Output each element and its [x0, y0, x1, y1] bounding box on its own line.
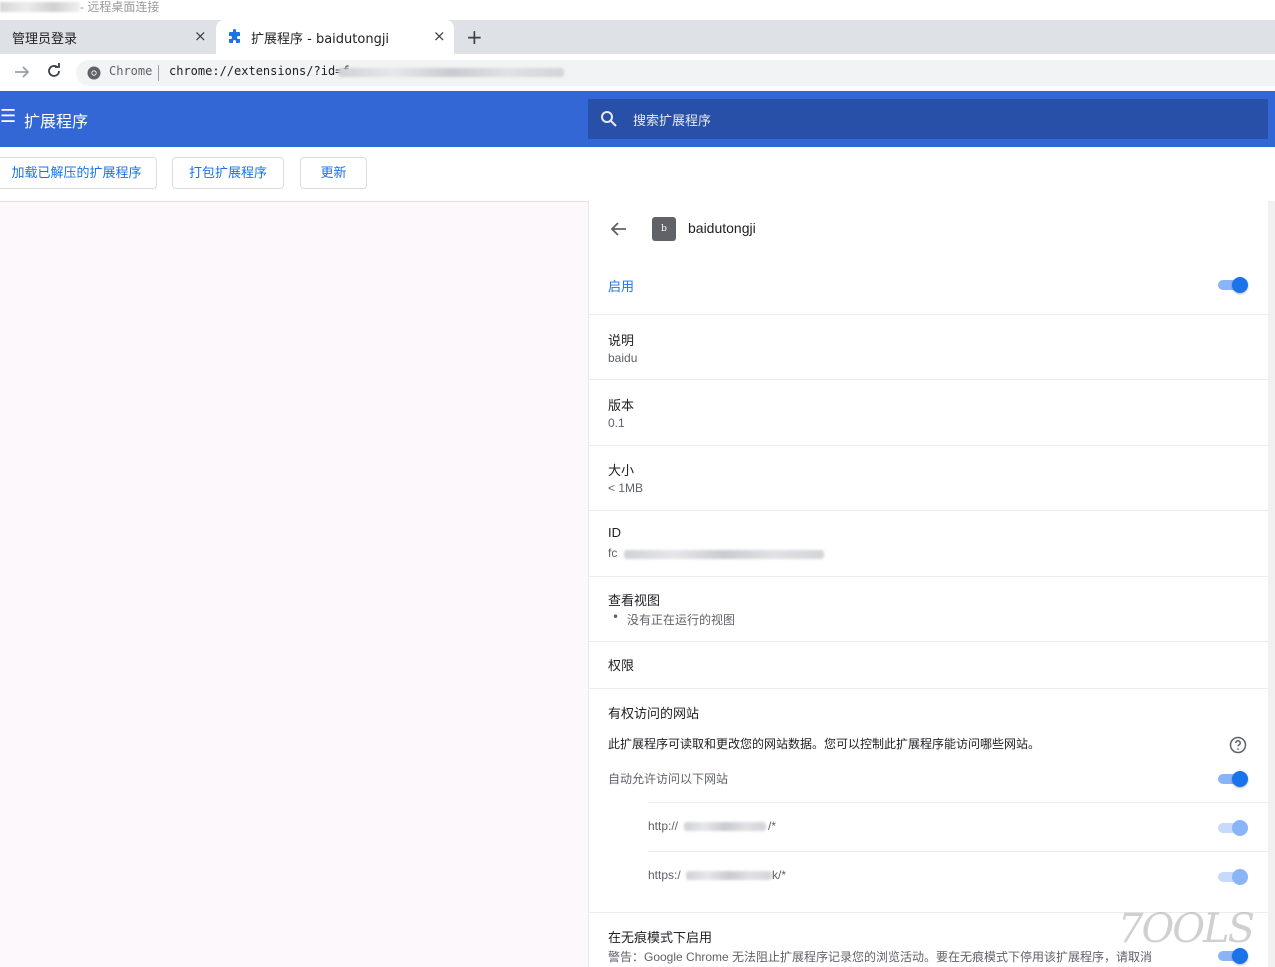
description-value: baidu — [608, 351, 638, 365]
blurred-site — [684, 822, 766, 831]
search-input[interactable]: 搜索扩展程序 — [633, 110, 711, 129]
address-bar[interactable]: Chrome chrome://extensions/?id=f — [76, 60, 1275, 86]
site-access-title: 有权访问的网站 — [608, 706, 700, 721]
site-row: https:/ k/* — [648, 852, 1269, 900]
size-value: < 1MB — [608, 481, 644, 495]
site-access-desc: 此扩展程序可读取和更改您的网站数据。您可以控制此扩展程序能访问哪些网站。 — [608, 737, 1041, 751]
reload-icon[interactable] — [45, 62, 63, 80]
search-box[interactable]: 搜索扩展程序 — [588, 99, 1268, 139]
size-title: 大小 — [608, 463, 635, 478]
new-tab-button[interactable]: + — [466, 25, 483, 49]
tab-extensions[interactable]: 扩展程序 - baidutongji × — [216, 20, 454, 54]
load-unpacked-button[interactable]: 加载已解压的扩展程序 — [0, 157, 157, 189]
divider — [589, 576, 1269, 577]
incognito-title: 在无痕模式下启用 — [608, 930, 713, 945]
auto-allow-toggle[interactable] — [1216, 769, 1248, 789]
pack-extension-button[interactable]: 打包扩展程序 — [172, 157, 284, 189]
divider — [589, 688, 1269, 689]
chrome-icon — [87, 66, 101, 80]
extension-detail-card: b baidutongji 启用 说明 baidu 版本 0.1 大小 < 1M… — [588, 201, 1270, 967]
help-icon[interactable] — [1229, 736, 1247, 754]
id-value: fc — [608, 546, 618, 560]
description-title: 说明 — [608, 333, 635, 348]
views-title: 查看视图 — [608, 593, 661, 608]
puzzle-icon — [229, 29, 240, 43]
version-title: 版本 — [608, 398, 635, 413]
menu-icon[interactable]: ☰ — [0, 106, 16, 127]
close-icon[interactable]: × — [194, 27, 207, 45]
tab-label: 扩展程序 - baidutongji — [251, 32, 390, 47]
extension-name: baidutongji — [688, 220, 756, 236]
site-url-suffix: k/* — [772, 868, 787, 882]
divider — [589, 510, 1269, 511]
incognito-warning: 警告：Google Chrome 无法阻止扩展程序记录您的浏览活动。要在无痕模式… — [608, 950, 1153, 964]
bullet: • — [612, 610, 620, 624]
site-row: http:// /* — [648, 803, 1269, 851]
site-url-suffix: /* — [768, 819, 777, 833]
search-icon — [601, 111, 617, 127]
back-arrow-icon[interactable] — [610, 221, 628, 237]
divider — [589, 641, 1269, 642]
site-toggle — [1216, 867, 1248, 887]
blurred-host-name — [0, 2, 80, 12]
address-divider — [158, 65, 159, 81]
extension-icon: b — [652, 217, 676, 241]
auto-allow-label: 自动允许访问以下网站 — [608, 772, 729, 786]
window-caption: - 远程桌面连接 — [0, 0, 1275, 20]
id-title: ID — [608, 525, 621, 540]
blurred-url — [338, 68, 564, 77]
site-name: Chrome — [109, 64, 153, 78]
close-icon[interactable]: × — [433, 27, 446, 45]
update-button[interactable]: 更新 — [300, 157, 367, 189]
url-text: chrome://extensions/?id=f — [169, 64, 350, 78]
tab-label: 管理员登录 — [12, 32, 78, 47]
window-caption-text: - 远程桌面连接 — [80, 0, 160, 14]
blurred-id — [624, 550, 824, 559]
divider — [589, 379, 1269, 380]
watermark: 7OOLS — [1118, 906, 1255, 952]
divider — [589, 445, 1269, 446]
enable-toggle[interactable] — [1216, 275, 1248, 295]
permissions-title: 权限 — [608, 658, 635, 673]
forward-arrow-icon[interactable] — [12, 63, 32, 81]
scrollbar[interactable] — [1268, 201, 1275, 967]
version-value: 0.1 — [608, 416, 625, 430]
enable-label: 启用 — [608, 279, 635, 294]
blurred-site — [686, 871, 772, 880]
views-value: 没有正在运行的视图 — [627, 613, 736, 627]
site-url-prefix: http:// — [648, 819, 679, 833]
site-url-prefix: https:/ — [648, 868, 681, 882]
tab-strip: 管理员登录 × 扩展程序 - baidutongji × — [0, 20, 1275, 54]
divider — [589, 314, 1269, 315]
tab-admin-login[interactable]: 管理员登录 × — [0, 20, 214, 54]
page-title: 扩展程序 — [24, 114, 89, 131]
site-toggle — [1216, 818, 1248, 838]
